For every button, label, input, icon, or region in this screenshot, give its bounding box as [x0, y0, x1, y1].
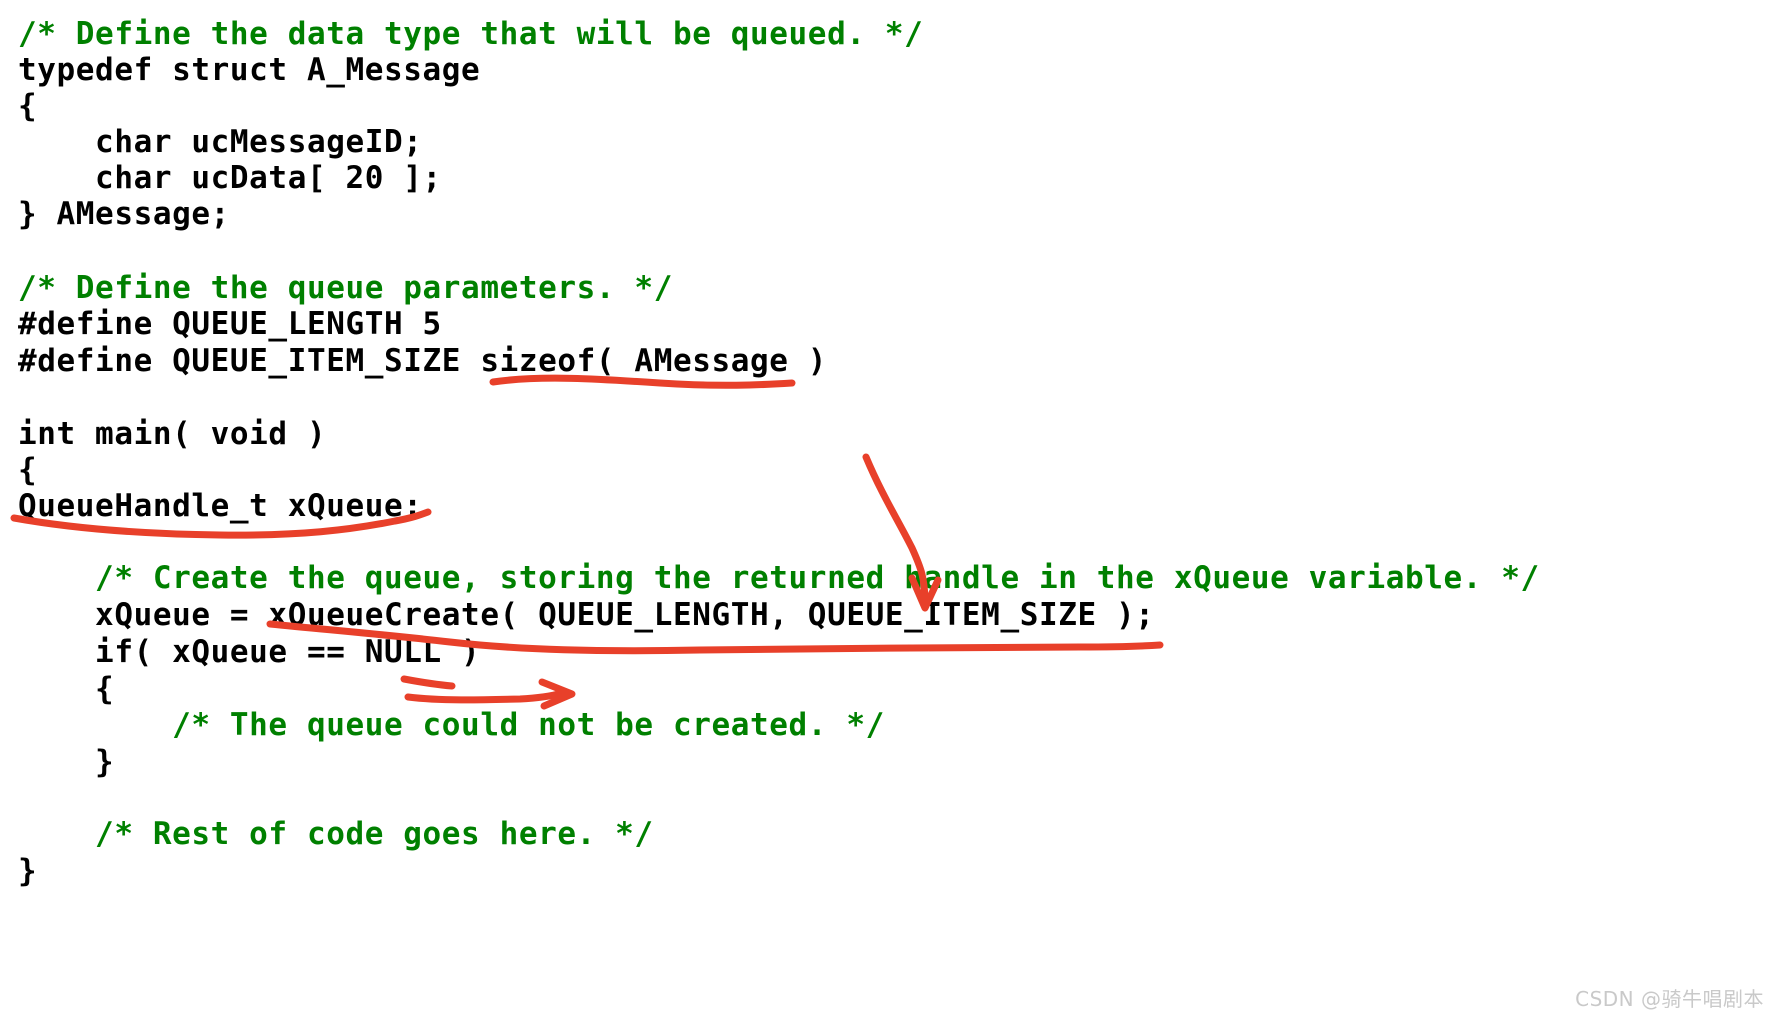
csdn-watermark: CSDN @骑牛唱剧本	[1575, 987, 1764, 1011]
code-line: char ucMessageID;	[18, 124, 423, 160]
code-line: {	[18, 88, 38, 124]
code-comment-line: /* The queue could not be created. */	[18, 707, 885, 743]
code-line: xQueue = xQueueCreate( QUEUE_LENGTH, QUE…	[18, 597, 1155, 633]
code-comment-line: /* Rest of code goes here. */	[18, 816, 654, 852]
code-line: typedef struct A_Message	[18, 52, 481, 88]
code-line: int main( void )	[18, 416, 327, 452]
code-canvas: /* Define the data type that will be que…	[0, 0, 1788, 1026]
code-line: #define QUEUE_ITEM_SIZE sizeof( AMessage…	[18, 343, 828, 379]
code-line: } AMessage;	[18, 196, 230, 232]
code-line: #define QUEUE_LENGTH 5	[18, 306, 442, 342]
code-line: }	[18, 744, 115, 780]
code-comment-line: /* Define the queue parameters. */	[18, 270, 673, 306]
code-line: {	[18, 671, 115, 707]
code-line: }	[18, 853, 38, 889]
code-line: if( xQueue == NULL )	[18, 634, 481, 670]
code-line: QueueHandle_t xQueue;	[18, 488, 423, 524]
code-line: {	[18, 452, 38, 488]
code-comment-line: /* Define the data type that will be que…	[18, 16, 924, 52]
code-line: char ucData[ 20 ];	[18, 160, 442, 196]
code-comment-line: /* Create the queue, storing the returne…	[18, 560, 1540, 596]
